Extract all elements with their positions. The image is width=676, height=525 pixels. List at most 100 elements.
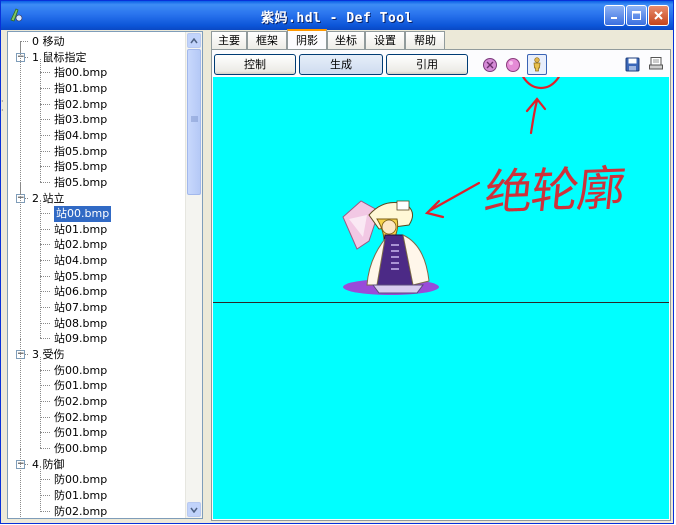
scroll-down-button[interactable] (187, 502, 201, 517)
tree-connector (40, 400, 50, 402)
tree-item[interactable]: 伤02.bmp (54, 394, 107, 410)
tab-shadow[interactable]: 阴影 (287, 29, 327, 51)
tree-connector (40, 244, 50, 246)
tree-connector (40, 322, 50, 324)
tree-connector (40, 466, 41, 511)
annotation-label: 绝轮廓 (481, 160, 627, 222)
reference-button[interactable]: 引用 (386, 54, 468, 75)
tree-item[interactable]: 站07.bmp (54, 300, 107, 316)
tree-connector (40, 275, 50, 277)
maximize-icon (632, 11, 641, 20)
control-button-label: 控制 (244, 58, 266, 71)
close-icon (654, 11, 663, 20)
tree-connector (40, 150, 50, 152)
animation-tree[interactable]: 0 移动 −1 鼠标指定 指00.bmp 指01.bmp 指02.bmp 指03.bmp 指… (7, 31, 203, 519)
tree-item[interactable]: 指01.bmp (54, 81, 107, 97)
tree-item[interactable]: 防02.bmp (54, 504, 107, 519)
tree-connector (40, 228, 50, 230)
tree-connector (40, 87, 50, 89)
tab-frame[interactable]: 框架 (247, 31, 287, 50)
tree-group[interactable]: 3 受伤 (32, 347, 65, 363)
tab-main[interactable]: 主要 (211, 31, 247, 50)
tree-connector (40, 369, 50, 371)
edge-artifact: · · (1, 97, 4, 115)
reference-button-label: 引用 (416, 58, 438, 71)
tree-connector (40, 494, 50, 496)
tree-connector (40, 181, 50, 183)
close-button[interactable] (648, 5, 669, 26)
person-icon (533, 57, 541, 72)
tree-item[interactable]: 指03.bmp (54, 112, 107, 128)
tree-scrollbar[interactable] (185, 32, 202, 518)
tree-item[interactable]: 伤00.bmp (54, 441, 107, 457)
tree-connector (40, 119, 50, 121)
tree-item[interactable]: 站06.bmp (54, 284, 107, 300)
tree-item[interactable]: 站01.bmp (54, 222, 107, 238)
tree-item[interactable]: 站08.bmp (54, 316, 107, 332)
tab-help[interactable]: 帮助 (405, 31, 445, 50)
save-icon[interactable] (625, 57, 640, 72)
tree-connector (40, 338, 50, 340)
tree-item[interactable]: 指00.bmp (54, 65, 107, 81)
clear-icon[interactable] (482, 57, 498, 73)
tree-group[interactable]: 2 站立 (32, 191, 65, 207)
tree-connector (40, 447, 50, 449)
tab-shadow-label: 阴影 (296, 34, 318, 47)
tree-item[interactable]: 防00.bmp (54, 472, 107, 488)
tab-settings[interactable]: 设置 (365, 31, 405, 50)
tree-item[interactable]: 站00.bmp (54, 206, 112, 223)
tree-item[interactable]: 站04.bmp (54, 253, 107, 269)
tree-connector (40, 59, 41, 182)
tree-connector (40, 213, 50, 215)
tree-item[interactable]: 伤00.bmp (54, 363, 107, 379)
outline-toggle-button[interactable] (527, 54, 547, 75)
tree-group[interactable]: 4 防御 (32, 457, 65, 473)
control-button[interactable]: 控制 (214, 54, 296, 75)
tree-connector (40, 510, 50, 512)
tree-connector (40, 72, 50, 74)
tree-connector (40, 103, 50, 105)
tree-item[interactable]: 指02.bmp (54, 97, 107, 113)
tree-item[interactable]: 指05.bmp (54, 144, 107, 160)
title-bar[interactable]: 紫妈.hdl - Def Tool (1, 1, 673, 30)
tree-item[interactable]: 伤01.bmp (54, 378, 107, 394)
tree-connector (40, 307, 50, 309)
tree-connector (40, 291, 50, 293)
tree-connector (40, 200, 41, 339)
scroll-thumb[interactable] (187, 49, 201, 195)
minimize-icon (611, 17, 617, 19)
tab-coords[interactable]: 坐标 (327, 31, 365, 50)
tree-item[interactable]: 防01.bmp (54, 488, 107, 504)
scroll-up-button[interactable] (187, 33, 201, 48)
tree-item[interactable]: 指04.bmp (54, 128, 107, 144)
sprite-canvas[interactable]: 绝轮廓 (213, 77, 669, 519)
maximize-button[interactable] (626, 5, 647, 26)
tree-group[interactable]: 0 移动 (32, 34, 65, 50)
tree-connector (40, 479, 50, 481)
tree-item[interactable]: 站02.bmp (54, 237, 107, 253)
tree-item[interactable]: 站05.bmp (54, 269, 107, 285)
tree-item[interactable]: 站09.bmp (54, 331, 107, 347)
window-title: 紫妈.hdl - Def Tool (261, 11, 413, 26)
tree-connector (40, 356, 41, 448)
tree-connector (40, 432, 50, 434)
tree-item[interactable]: 伤01.bmp (54, 425, 107, 441)
tree-item[interactable]: 指05.bmp (54, 159, 107, 175)
chevron-down-icon (190, 507, 198, 513)
generate-button[interactable]: 生成 (299, 54, 383, 75)
grip-icon (191, 116, 198, 122)
tab-frame-label: 框架 (256, 34, 278, 47)
tab-main-label: 主要 (218, 34, 240, 47)
tree-connector (40, 260, 50, 262)
tab-coords-label: 坐标 (335, 34, 357, 47)
minimize-button[interactable] (604, 5, 625, 26)
tree-connector (40, 166, 50, 168)
tab-help-label: 帮助 (414, 34, 436, 47)
color-circle-icon[interactable] (505, 57, 521, 73)
export-icon[interactable] (648, 56, 664, 72)
tree-item[interactable]: 伤02.bmp (54, 410, 107, 426)
chevron-up-icon (190, 37, 198, 43)
tree-connector (40, 416, 50, 418)
tree-item[interactable]: 指05.bmp (54, 175, 107, 191)
main-window: 紫妈.hdl - Def Tool · · 0 移动 −1 鼠标指定 指00.bmp 指… (0, 0, 674, 524)
